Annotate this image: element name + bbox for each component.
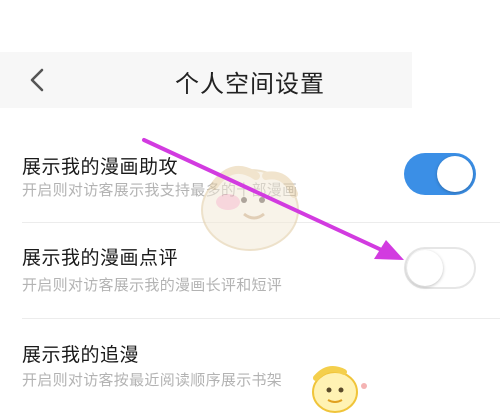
header-bar: 个人空间设置 [0,52,412,108]
page-title: 个人空间设置 [175,70,325,98]
setting-row-manga-support: 展示我的漫画助攻 开启则对访客展示我支持最多的十部漫画 [0,140,500,222]
toggle-knob [407,250,443,286]
manga-review-toggle[interactable] [404,247,476,289]
setting-title: 展示我的漫画助攻 [22,156,179,178]
setting-description: 开启则对访客按最近阅读顺序展示书架 [22,371,283,389]
setting-row-manga-review: 展示我的漫画点评 开启则对访客展示我的漫画长评和短评 [0,233,500,317]
divider [22,222,500,223]
setting-description: 开启则对访客展示我支持最多的十部漫画 [22,181,298,199]
setting-title: 展示我的追漫 [22,344,140,366]
setting-row-following: 展示我的追漫 开启则对访客按最近阅读顺序展示书架 [0,328,500,418]
manga-support-toggle[interactable] [404,153,476,195]
screen: 个人空间设置 展示我的漫画助攻 开启则对访客展示我支持最多的十部漫画 展示我的漫… [0,0,500,418]
setting-description: 开启则对访客展示我的漫画长评和短评 [22,276,283,294]
toggle-knob [437,156,473,192]
setting-title: 展示我的漫画点评 [22,247,179,269]
divider [22,318,500,319]
